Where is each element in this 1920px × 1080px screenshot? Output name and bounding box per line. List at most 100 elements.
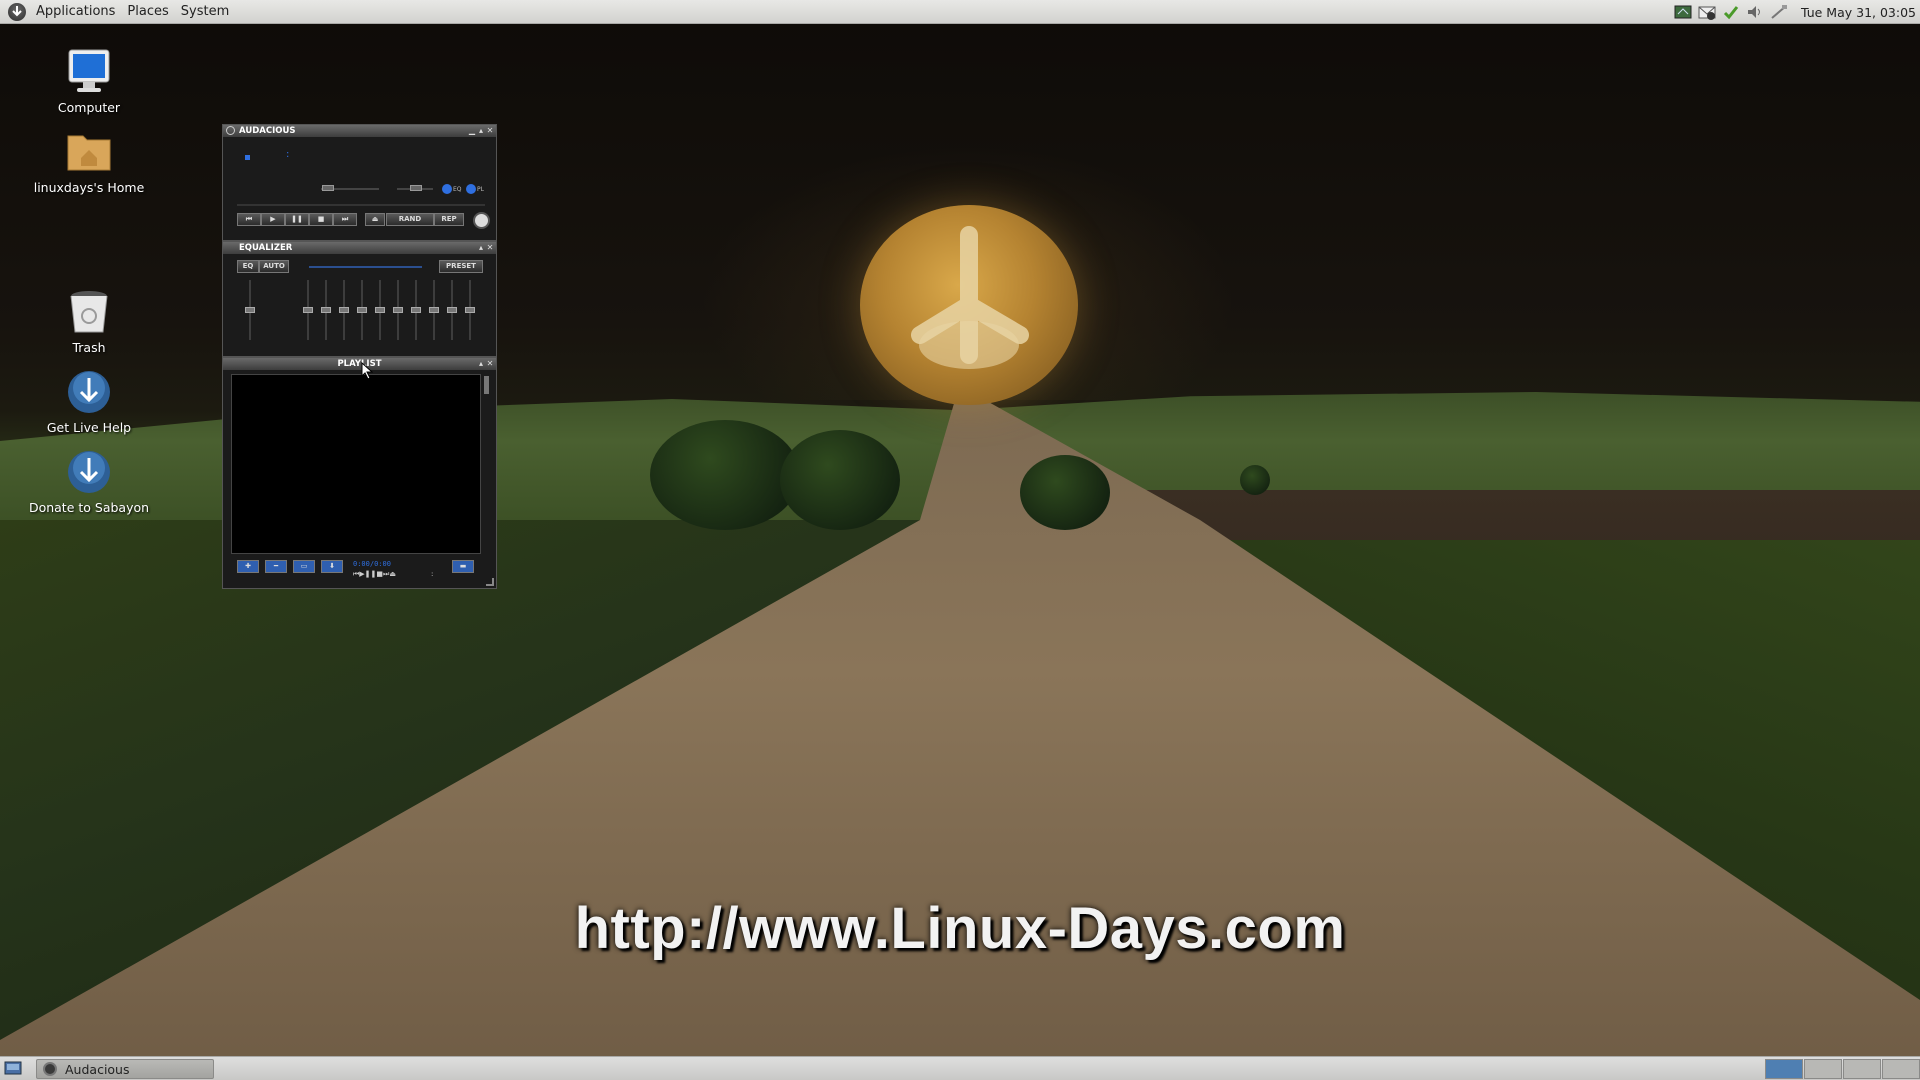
wallpaper-tree: [650, 420, 800, 530]
playlist-colon: :: [431, 570, 434, 578]
eq-slider-knob[interactable]: [375, 307, 385, 313]
eq-toggle-icon[interactable]: [442, 184, 452, 194]
taskbar-audacious[interactable]: Audacious: [36, 1059, 214, 1079]
audacious-main-window: AUDACIOUS ▁ ▴ ✕ : EQ PL ⏮ ▶ ❚❚ ■ ⏭ ⏏ RAN…: [222, 124, 497, 241]
desktop-icon-label: Donate to Sabayon: [28, 500, 150, 515]
equalizer-titlebar[interactable]: EQUALIZER ▴ ✕: [223, 242, 496, 254]
playlist-window: PLAYLIST ▴ ✕ ✚ ━ ▭ ⬇ 0:00/0:00 ⏮▶❚❚■⏭⏏ :…: [222, 357, 497, 589]
audacious-menu-icon[interactable]: [226, 126, 235, 135]
volume-icon[interactable]: [1746, 3, 1764, 21]
close-icon[interactable]: ✕: [486, 359, 494, 368]
resize-handle[interactable]: [486, 578, 494, 586]
workspace-switcher: [1764, 1059, 1920, 1079]
eject-button[interactable]: ⏏: [365, 213, 385, 226]
desktop-icon-label: linuxdays's Home: [33, 180, 145, 195]
network-icon[interactable]: [1674, 3, 1692, 21]
eq-auto-button[interactable]: AUTO: [259, 260, 289, 273]
eq-slider-knob[interactable]: [245, 307, 255, 313]
repeat-button[interactable]: REP: [434, 213, 464, 226]
eq-band-slider[interactable]: [321, 280, 331, 340]
close-icon[interactable]: ✕: [486, 126, 494, 135]
playlist-remove-button[interactable]: ━: [265, 560, 287, 573]
shade-icon[interactable]: ▴: [477, 126, 485, 135]
desktop-icon-label: Trash: [72, 340, 106, 355]
playlist-mini-transport[interactable]: ⏮▶❚❚■⏭⏏: [353, 570, 396, 579]
eq-slider-knob[interactable]: [321, 307, 331, 313]
eq-band-slider[interactable]: [411, 280, 421, 340]
playlist-misc-button[interactable]: ⬇: [321, 560, 343, 573]
eq-band-slider[interactable]: [465, 280, 475, 340]
eq-slider-knob[interactable]: [339, 307, 349, 313]
eq-band-slider[interactable]: [303, 280, 313, 340]
eq-band-slider[interactable]: [393, 280, 403, 340]
eq-band-slider[interactable]: [357, 280, 367, 340]
desktop-icon-home[interactable]: linuxdays's Home: [19, 128, 159, 195]
desktop-icon-donate[interactable]: Donate to Sabayon: [19, 448, 159, 515]
play-button[interactable]: ▶: [261, 213, 285, 226]
menu-applications[interactable]: Applications: [34, 0, 117, 24]
minimize-icon[interactable]: ▁: [468, 126, 476, 135]
eq-slider-knob[interactable]: [303, 307, 313, 313]
playlist-select-button[interactable]: ▭: [293, 560, 315, 573]
shuffle-button[interactable]: RAND: [386, 213, 434, 226]
workspace-3[interactable]: [1843, 1059, 1881, 1079]
audacious-about-icon[interactable]: [473, 212, 490, 229]
clock[interactable]: Tue May 31, 03:05: [1801, 5, 1916, 20]
eq-preamp-slider[interactable]: [245, 280, 255, 340]
playlist-scrollbar[interactable]: [484, 376, 489, 394]
wallpaper-tree: [1240, 465, 1270, 495]
eq-band-slider[interactable]: [375, 280, 385, 340]
workspace-1[interactable]: [1765, 1059, 1803, 1079]
mail-icon[interactable]: [1698, 3, 1716, 21]
eq-preset-button[interactable]: PRESET: [439, 260, 483, 273]
next-button[interactable]: ⏭: [333, 213, 357, 226]
eq-slider-knob[interactable]: [429, 307, 439, 313]
sabayon-donate-icon: [65, 448, 113, 496]
eq-band-slider[interactable]: [339, 280, 349, 340]
pl-toggle-icon[interactable]: [466, 184, 476, 194]
shade-icon[interactable]: ▴: [477, 359, 485, 368]
workspace-4[interactable]: [1882, 1059, 1920, 1079]
seek-bar[interactable]: [237, 204, 485, 206]
system-tray: Tue May 31, 03:05: [1671, 0, 1920, 24]
eq-slider-knob[interactable]: [447, 307, 457, 313]
desktop-icon-label: Computer: [57, 100, 121, 115]
eq-slider-knob[interactable]: [465, 307, 475, 313]
playlist-list[interactable]: [231, 374, 481, 554]
pause-button[interactable]: ❚❚: [285, 213, 309, 226]
eq-slider-knob[interactable]: [357, 307, 367, 313]
balance-knob[interactable]: [410, 185, 422, 191]
sabayon-menu-icon[interactable]: [8, 2, 26, 21]
show-desktop-icon[interactable]: [4, 1060, 22, 1076]
desktop-icon-computer[interactable]: Computer: [19, 48, 159, 115]
audacious-task-icon: [43, 1062, 57, 1076]
eq-band-slider[interactable]: [429, 280, 439, 340]
desktop-icon-trash[interactable]: Trash: [19, 288, 159, 355]
shade-icon[interactable]: ▴: [477, 243, 485, 252]
eq-slider-knob[interactable]: [411, 307, 421, 313]
eq-toggle-label: EQ: [453, 186, 462, 193]
close-icon[interactable]: ✕: [486, 243, 494, 252]
wallpaper-tree: [1020, 455, 1110, 530]
play-status-indicator: [245, 155, 250, 160]
pl-toggle-label: PL: [477, 186, 484, 193]
menu-places[interactable]: Places: [125, 0, 170, 24]
menu-system[interactable]: System: [179, 0, 231, 24]
playlist-add-button[interactable]: ✚: [237, 560, 259, 573]
taskbar-audacious-label: Audacious: [65, 1061, 130, 1077]
audacious-titlebar[interactable]: AUDACIOUS ▁ ▴ ✕: [223, 125, 496, 137]
desktop-icon-live-help[interactable]: Get Live Help: [19, 368, 159, 435]
workspace-2[interactable]: [1804, 1059, 1842, 1079]
playlist-titlebar[interactable]: PLAYLIST ▴ ✕: [223, 358, 496, 370]
volume-knob[interactable]: [322, 185, 334, 191]
eq-band-slider[interactable]: [447, 280, 457, 340]
eq-slider-knob[interactable]: [393, 307, 403, 313]
playlist-list-menu-button[interactable]: ▬: [452, 560, 474, 573]
update-ok-icon[interactable]: [1722, 3, 1740, 21]
eq-on-button[interactable]: EQ: [237, 260, 259, 273]
network-wired-icon[interactable]: [1770, 3, 1788, 21]
stop-button[interactable]: ■: [309, 213, 333, 226]
previous-button[interactable]: ⏮: [237, 213, 261, 226]
equalizer-window: EQUALIZER ▴ ✕ EQ AUTO PRESET: [222, 241, 497, 357]
bottom-panel: Audacious: [0, 1056, 1920, 1080]
